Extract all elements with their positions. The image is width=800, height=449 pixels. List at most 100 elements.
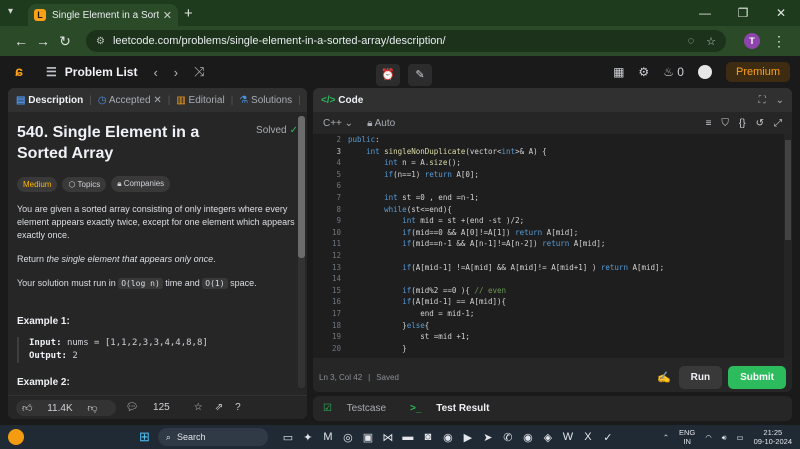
editor-scrollbar-thumb[interactable] xyxy=(785,140,791,240)
code-line[interactable]: if(n==1) return A[0]; xyxy=(348,169,782,181)
language-indicator[interactable]: ENG IN xyxy=(679,428,695,446)
code-line[interactable]: int st =0 , end =n-1; xyxy=(348,192,782,204)
notebook-icon[interactable]: ✍ xyxy=(657,371,671,384)
back-icon[interactable]: ← xyxy=(10,33,32,49)
submit-button[interactable]: Submit xyxy=(728,365,786,389)
chrome-icon[interactable]: ◉ xyxy=(438,431,458,444)
store-icon[interactable]: ▣ xyxy=(358,431,378,444)
explorer-icon[interactable]: ▬ xyxy=(398,431,418,443)
bookmark-icon[interactable]: ⛉ xyxy=(721,118,729,129)
premium-button[interactable]: Premium xyxy=(725,62,790,82)
next-problem-icon[interactable]: › xyxy=(174,65,178,80)
excel-icon[interactable]: X xyxy=(578,431,598,443)
scrollbar-thumb[interactable] xyxy=(298,116,305,258)
tab-test-result[interactable]: >_ Test Result xyxy=(410,403,501,414)
weather-icon[interactable] xyxy=(8,429,24,445)
tab-accepted[interactable]: ◷ Accepted ✕ xyxy=(98,95,162,106)
eye-off-icon[interactable]: ◌ xyxy=(688,35,695,47)
tab-editorial[interactable]: ▥ Editorial xyxy=(176,95,224,106)
code-line[interactable]: if(mid%2 ==0 ){ // even xyxy=(348,285,782,297)
auto-mode-toggle[interactable]: 🔒︎ Auto xyxy=(367,118,395,129)
browser-menu-icon[interactable]: ⋮ xyxy=(768,33,790,50)
problem-list-button[interactable]: ☰ Problem List xyxy=(46,65,137,79)
braces-icon[interactable]: {} xyxy=(739,118,746,129)
browser-tab[interactable]: L Single Element in a Sorted Array ✕ xyxy=(28,4,178,26)
edge-icon[interactable]: ◎ xyxy=(338,431,358,444)
code-lines[interactable]: public: int singleNonDuplicate(vector<in… xyxy=(348,134,782,354)
wifi-icon[interactable]: ◠ xyxy=(705,433,712,442)
like-button[interactable]: 👍︎ 11.4K 👎︎ xyxy=(16,399,116,416)
whatsapp-icon[interactable]: ✆ xyxy=(498,431,518,444)
timer-icon[interactable]: ⏰ xyxy=(376,64,400,86)
code-line[interactable]: end = mid-1; xyxy=(348,308,782,320)
topics-button[interactable]: ⬡ Topics xyxy=(62,176,107,192)
reload-icon[interactable]: ↻ xyxy=(54,33,76,50)
site-info-icon[interactable]: ⚙ xyxy=(96,36,105,47)
help-icon[interactable]: ? xyxy=(235,402,241,413)
bookmark-star-icon[interactable]: ☆ xyxy=(706,35,716,48)
vscode-icon[interactable]: ⋈ xyxy=(378,431,398,444)
thumbs-down-icon[interactable]: 👎︎ xyxy=(87,403,97,414)
app-icon[interactable]: ◈ xyxy=(538,431,558,444)
leetcode-logo-icon[interactable]: ɕ xyxy=(10,63,28,81)
code-line[interactable]: public: xyxy=(348,134,782,146)
description-scrollbar[interactable] xyxy=(298,116,305,388)
share-icon[interactable]: ⇗ xyxy=(215,402,223,413)
task-view-icon[interactable]: ▭ xyxy=(278,431,298,444)
run-button[interactable]: Run xyxy=(678,365,723,389)
mcafee-icon[interactable]: M xyxy=(318,431,338,443)
format-icon[interactable]: ≡ xyxy=(706,118,712,129)
profile-avatar[interactable]: T xyxy=(744,33,760,49)
shuffle-icon[interactable]: ⤨ xyxy=(194,64,204,80)
taskbar-search[interactable]: ⌕ Search xyxy=(157,428,268,446)
notes-icon[interactable]: ✎ xyxy=(408,64,432,86)
close-window-icon[interactable]: ✕ xyxy=(762,6,800,20)
code-line[interactable]: }else{ xyxy=(348,320,782,332)
settings-gear-icon[interactable]: ⚙ xyxy=(638,65,649,79)
tab-solutions[interactable]: ⚗ Solutions xyxy=(239,95,292,106)
tab-search-icon[interactable]: ▾ xyxy=(8,6,22,20)
code-line[interactable]: while(st<=end){ xyxy=(348,204,782,216)
comments-button[interactable]: 💬︎ 125 xyxy=(126,402,182,413)
chrome-active-icon[interactable]: ◉ xyxy=(518,431,538,444)
code-line[interactable] xyxy=(348,250,782,262)
language-select[interactable]: C++ ⌄ xyxy=(323,118,353,129)
word-icon[interactable]: W xyxy=(558,431,578,443)
companies-button[interactable]: 🔒︎ Companies xyxy=(111,176,171,192)
youtube-icon[interactable]: ▶ xyxy=(458,431,478,444)
code-line[interactable]: st =mid +1; xyxy=(348,331,782,343)
minimize-icon[interactable]: — xyxy=(686,6,724,20)
copilot-icon[interactable]: ✦ xyxy=(298,431,318,444)
address-bar[interactable]: ⚙ leetcode.com/problems/single-element-i… xyxy=(86,30,726,52)
tray-chevron-icon[interactable]: ⌃ xyxy=(663,433,669,442)
close-tab-icon[interactable]: ✕ xyxy=(163,9,172,22)
close-tab-x-icon[interactable]: ✕ xyxy=(153,95,161,106)
windows-start-icon[interactable]: ⊞ xyxy=(139,429,150,445)
tab-testcase[interactable]: ☑ Testcase xyxy=(323,403,398,414)
code-line[interactable]: int n = A.size(); xyxy=(348,157,782,169)
prev-problem-icon[interactable]: ‹ xyxy=(153,65,157,80)
code-line[interactable]: if(mid==n-1 && A[n-1]!=A[n-2]) return A[… xyxy=(348,238,782,250)
tab-code[interactable]: </> Code xyxy=(321,95,363,106)
code-line[interactable]: if(A[mid-1] == A[mid]){ xyxy=(348,296,782,308)
streak-counter[interactable]: ♨ 0 xyxy=(663,65,684,79)
forward-icon[interactable]: → xyxy=(32,33,54,49)
reset-icon[interactable]: ↺ xyxy=(756,118,764,129)
code-line[interactable]: if(mid==0 && A[0]!=A[1]) return A[mid]; xyxy=(348,227,782,239)
code-line[interactable]: int mid = st +(end -st )/2; xyxy=(348,215,782,227)
code-editor[interactable]: 2 3 4 5 6 7 8 9 10 11 12 13 14 15 16 17 18 19 20 public: i… xyxy=(313,134,792,358)
favorite-star-icon[interactable]: ☆ xyxy=(194,402,203,413)
battery-icon[interactable]: ▭ xyxy=(737,433,744,442)
camera-icon[interactable]: ◙ xyxy=(418,431,438,443)
telegram-icon[interactable]: ➤ xyxy=(478,431,498,444)
maximize-icon[interactable]: ⛶ xyxy=(759,95,766,106)
problem-title[interactable]: 540. Single Element in a Sorted Array xyxy=(17,122,217,164)
volume-icon[interactable]: 🔊︎ xyxy=(722,433,727,442)
code-line[interactable] xyxy=(348,273,782,285)
restore-icon[interactable]: ❐ xyxy=(724,6,762,20)
code-line[interactable]: int singleNonDuplicate(vector<int>& A) { xyxy=(348,146,782,158)
notes-app-icon[interactable]: ✓ xyxy=(598,431,618,444)
collapse-chevron-icon[interactable]: ⌄ xyxy=(776,95,784,106)
user-avatar[interactable] xyxy=(697,65,712,79)
tab-description[interactable]: ▤ Description xyxy=(16,95,83,106)
